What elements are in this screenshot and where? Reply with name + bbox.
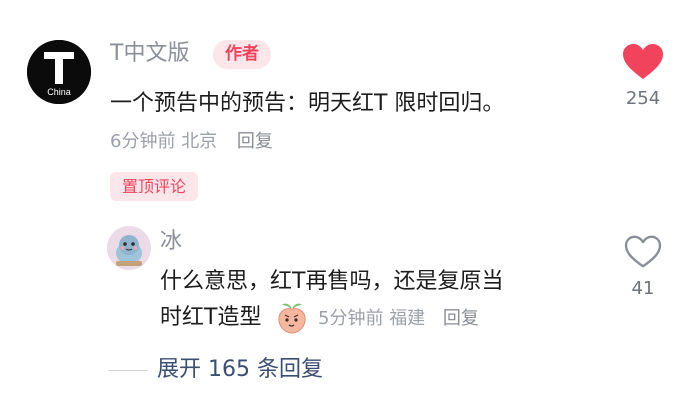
reply-button[interactable]: 回复 (237, 131, 273, 152)
expand-divider (108, 370, 148, 371)
reply-like-count: 41 (631, 278, 655, 299)
t-china-logo-icon: China (27, 40, 91, 104)
comment-meta: 6分钟前 北京 回复 (110, 128, 273, 156)
comment-section: China T中文版 作者 一个预告中的预告：明天红T 限时回归。 6分钟前 北… (0, 0, 690, 407)
reply-text-line-1: 什么意思，红T再售吗，还是复原当 (160, 269, 504, 294)
reply-like-button[interactable] (624, 235, 662, 269)
comment-location: 北京 (181, 131, 218, 152)
reply-username[interactable]: 冰 (160, 227, 182, 257)
peach-emoji-icon (277, 302, 307, 334)
heart-filled-icon (623, 44, 663, 79)
like-button[interactable] (622, 43, 664, 81)
author-badge: 作者 (213, 40, 271, 69)
author-username[interactable]: T中文版 (110, 38, 189, 70)
pinned-badge: 置顶评论 (110, 172, 199, 201)
heart-outline-icon (624, 235, 662, 268)
avatar-logo-text: China (47, 87, 71, 97)
reply-reply-button[interactable]: 回复 (443, 308, 479, 329)
reply-meta: 5分钟前 福建 回复 (318, 305, 479, 333)
comment-text: 一个预告中的预告：明天红T 限时回归。 (110, 91, 505, 116)
reply-user-avatar[interactable] (107, 226, 151, 270)
like-count: 254 (625, 88, 661, 109)
author-avatar[interactable]: China (27, 40, 91, 104)
expand-replies-button[interactable]: 展开 165 条回复 (157, 354, 323, 386)
reply-location: 福建 (389, 308, 426, 329)
reply-time: 5分钟前 (318, 308, 384, 329)
cartoon-avatar-icon (107, 226, 151, 270)
reply-text-line-2: 时红T造型 (160, 305, 262, 330)
comment-time: 6分钟前 (110, 131, 176, 152)
